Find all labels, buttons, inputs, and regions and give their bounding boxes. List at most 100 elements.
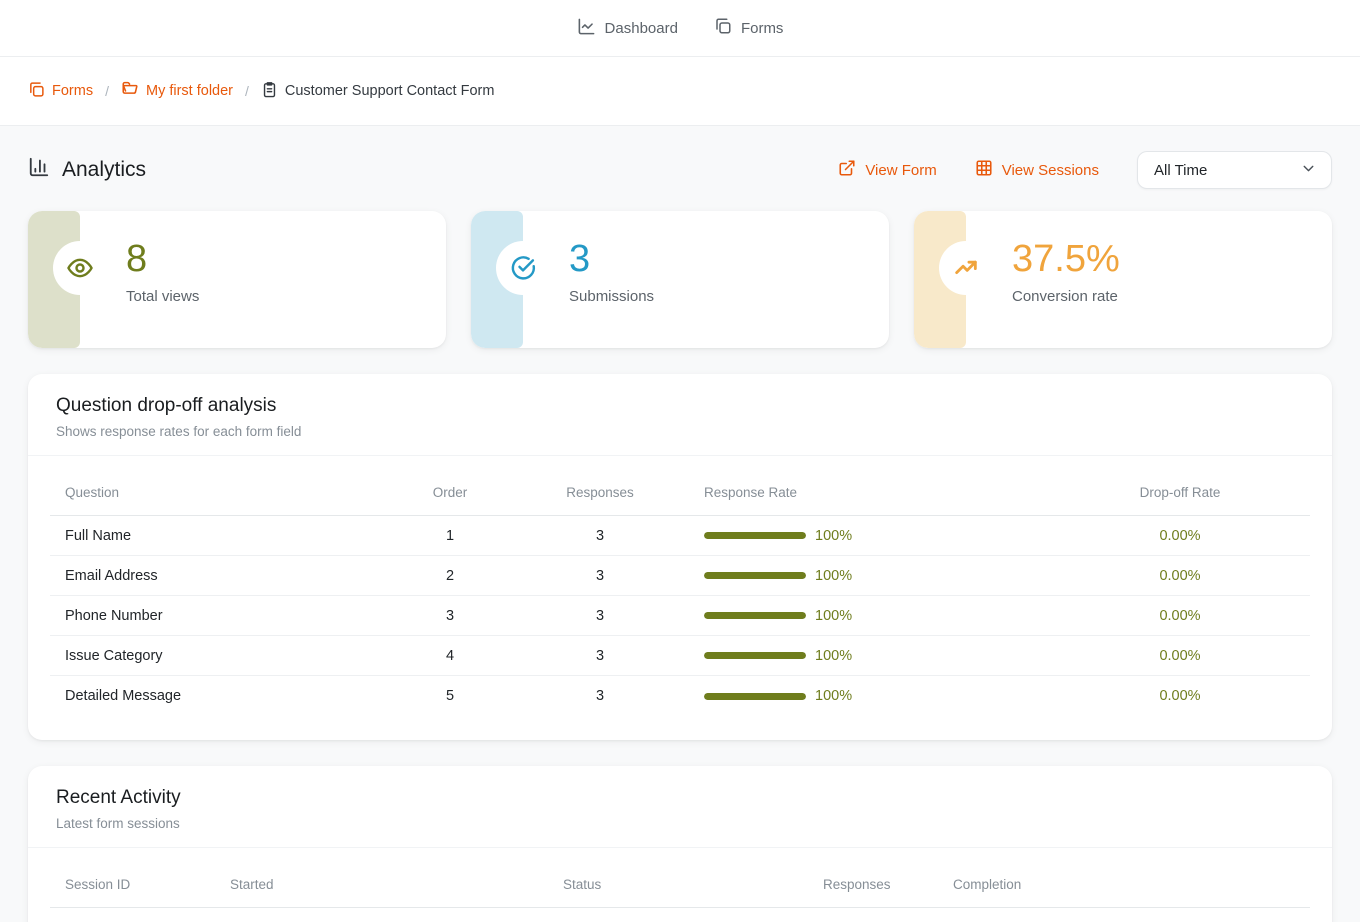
table-row[interactable]: Phone Number 3 3 100% 0.00% — [50, 596, 1310, 636]
nav-item-label: Forms — [741, 20, 784, 37]
stat-value: 8 — [126, 239, 446, 281]
chart-line-icon — [577, 17, 596, 40]
response-rate-label: 100% — [815, 648, 852, 664]
time-filter-select[interactable]: All Time — [1137, 151, 1332, 189]
table-row[interactable]: Detailed Message 5 3 100% 0.00% — [50, 676, 1310, 716]
table-grid-icon — [975, 159, 993, 181]
trending-up-icon — [939, 241, 993, 295]
nav-item-dashboard[interactable]: Dashboard — [577, 17, 678, 40]
response-rate-label: 100% — [815, 608, 852, 624]
table-row[interactable]: Email Address 2 3 100% 0.00% — [50, 556, 1310, 596]
dropoff-analysis-panel: Question drop-off analysis Shows respons… — [28, 374, 1332, 740]
response-rate-cell: 100% — [690, 648, 1050, 664]
dropoff-panel-header: Question drop-off analysis Shows respons… — [28, 374, 1332, 456]
top-navigation: Dashboard Forms — [0, 0, 1360, 57]
column-header-completion: Completion — [953, 877, 1310, 892]
breadcrumb-label: Forms — [52, 83, 93, 99]
view-sessions-button[interactable]: View Sessions — [975, 159, 1099, 181]
recent-activity-panel: Recent Activity Latest form sessions Ses… — [28, 766, 1332, 922]
response-rate-bar — [704, 572, 806, 579]
eye-icon — [53, 241, 107, 295]
column-header-question: Question — [50, 485, 390, 500]
breadcrumb-label: Customer Support Contact Form — [285, 83, 495, 99]
stat-value: 37.5% — [1012, 239, 1332, 281]
response-rate-bar — [704, 693, 806, 700]
responses-cell: 3 — [510, 568, 690, 584]
responses-cell: 3 — [510, 688, 690, 704]
breadcrumb-separator: / — [103, 83, 111, 99]
response-rate-label: 100% — [815, 528, 852, 544]
stat-body: 3 Submissions — [569, 211, 889, 305]
column-header-dropoff-rate: Drop-off Rate — [1050, 485, 1310, 500]
question-cell: Issue Category — [50, 648, 390, 664]
nav-item-label: Dashboard — [605, 20, 678, 37]
clipboard-icon — [261, 81, 278, 102]
order-cell: 5 — [390, 688, 510, 704]
forms-icon — [28, 81, 45, 102]
view-sessions-label: View Sessions — [1002, 162, 1099, 179]
view-form-label: View Form — [865, 162, 936, 179]
time-filter-value: All Time — [1154, 162, 1207, 179]
stat-cards: 8 Total views 3 Submissions 37.5% Conver… — [28, 211, 1332, 348]
recent-table-header: Session ID Started Status Responses Comp… — [50, 848, 1310, 908]
view-form-button[interactable]: View Form — [838, 159, 936, 181]
response-rate-cell: 100% — [690, 688, 1050, 704]
table-row[interactable]: Issue Category 4 3 100% 0.00% — [50, 636, 1310, 676]
page-title-label: Analytics — [62, 158, 146, 182]
stat-card-total-views: 8 Total views — [28, 211, 446, 348]
dropoff-table-body: Full Name 1 3 100% 0.00% Email Address 2… — [50, 516, 1310, 716]
order-cell: 1 — [390, 528, 510, 544]
breadcrumb: Forms / My first folder / Customer Suppo… — [0, 57, 1360, 126]
folder-open-icon — [121, 80, 139, 102]
question-cell: Phone Number — [50, 608, 390, 624]
column-header-started: Started — [230, 877, 563, 892]
table-row[interactable]: Full Name 1 3 100% 0.00% — [50, 516, 1310, 556]
dropoff-rate-cell: 0.00% — [1050, 688, 1310, 704]
recent-panel-header: Recent Activity Latest form sessions — [28, 766, 1332, 848]
dropoff-rate-cell: 0.00% — [1050, 528, 1310, 544]
dropoff-table: Question Order Responses Response Rate D… — [28, 456, 1332, 740]
stat-label: Total views — [126, 288, 446, 305]
column-header-response-rate: Response Rate — [690, 485, 1050, 500]
column-header-status: Status — [563, 877, 823, 892]
breadcrumb-folder[interactable]: My first folder — [121, 80, 233, 102]
dropoff-rate-cell: 0.00% — [1050, 608, 1310, 624]
main-content: Analytics View Form View Sessions All Ti… — [0, 126, 1360, 922]
forms-icon — [714, 17, 732, 39]
recent-table: Session ID Started Status Responses Comp… — [28, 848, 1332, 922]
responses-cell: 3 — [510, 528, 690, 544]
response-rate-bar — [704, 652, 806, 659]
stat-card-submissions: 3 Submissions — [471, 211, 889, 348]
responses-cell: 3 — [510, 648, 690, 664]
column-header-responses: Responses — [510, 485, 690, 500]
column-header-responses: Responses — [823, 877, 953, 892]
stat-body: 37.5% Conversion rate — [1012, 211, 1332, 305]
circle-check-icon — [496, 241, 550, 295]
response-rate-cell: 100% — [690, 608, 1050, 624]
external-link-icon — [838, 159, 856, 181]
stat-label: Submissions — [569, 288, 889, 305]
bar-chart-icon — [28, 156, 50, 184]
response-rate-label: 100% — [815, 688, 852, 704]
dropoff-table-header: Question Order Responses Response Rate D… — [50, 456, 1310, 516]
nav-item-forms[interactable]: Forms — [714, 17, 784, 39]
dropoff-rate-cell: 0.00% — [1050, 648, 1310, 664]
response-rate-cell: 100% — [690, 568, 1050, 584]
recent-panel-title: Recent Activity — [56, 787, 1304, 809]
recent-panel-subtitle: Latest form sessions — [56, 816, 1304, 831]
analytics-header: Analytics View Form View Sessions All Ti… — [28, 149, 1332, 191]
dropoff-rate-cell: 0.00% — [1050, 568, 1310, 584]
response-rate-cell: 100% — [690, 528, 1050, 544]
response-rate-bar — [704, 612, 806, 619]
column-header-order: Order — [390, 485, 510, 500]
chevron-down-icon — [1300, 160, 1317, 181]
breadcrumb-separator: / — [243, 83, 251, 99]
response-rate-bar — [704, 532, 806, 539]
responses-cell: 3 — [510, 608, 690, 624]
question-cell: Email Address — [50, 568, 390, 584]
breadcrumb-label: My first folder — [146, 83, 233, 99]
breadcrumb-forms[interactable]: Forms — [28, 81, 93, 102]
order-cell: 4 — [390, 648, 510, 664]
stat-label: Conversion rate — [1012, 288, 1332, 305]
question-cell: Full Name — [50, 528, 390, 544]
